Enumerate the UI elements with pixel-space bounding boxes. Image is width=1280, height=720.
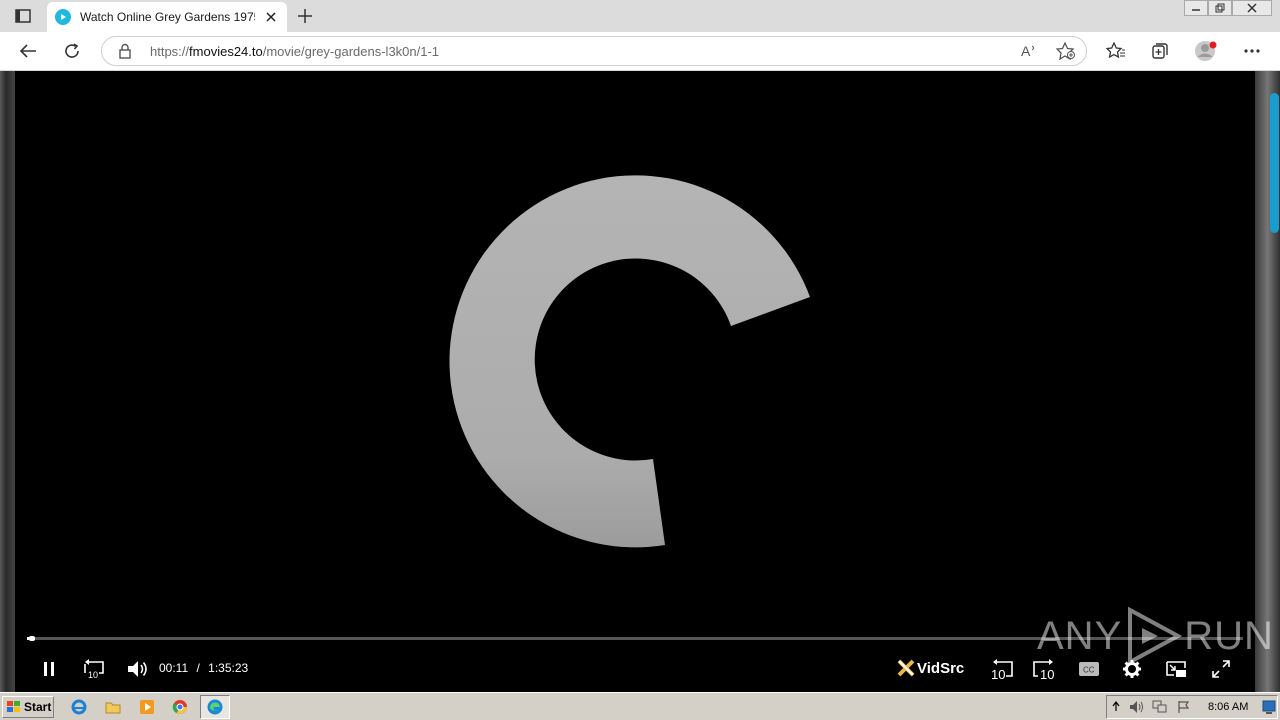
clock: 8:06 AM (1208, 701, 1249, 713)
close-window-icon (1247, 3, 1257, 13)
time-separator: / (196, 661, 200, 675)
start-label: Start (24, 700, 52, 714)
more-dots-icon (1244, 49, 1260, 53)
pause-button[interactable] (35, 655, 63, 683)
restore-button[interactable] (1208, 0, 1232, 16)
media-player-taskbar-icon[interactable] (138, 698, 156, 716)
edge-icon (207, 699, 223, 715)
skip-back-icon: 10 (991, 659, 1013, 680)
skip-forward-label: 10 (1040, 667, 1054, 680)
page-scrollbar[interactable] (1270, 93, 1279, 233)
vidsrc-icon (897, 659, 915, 677)
read-aloud-icon[interactable]: A (1020, 42, 1040, 65)
background-image-left (0, 71, 15, 692)
refresh-button[interactable] (58, 38, 86, 64)
active-tab[interactable]: Watch Online Grey Gardens 1975 (47, 2, 287, 32)
chrome-taskbar-icon[interactable] (171, 698, 189, 716)
progress-knob[interactable] (29, 636, 36, 641)
vidsrc-label: VidSrc (917, 659, 965, 677)
more-menu-button[interactable] (1238, 38, 1266, 64)
pause-icon (44, 662, 54, 676)
windows-logo-icon (7, 701, 20, 712)
play-favicon-icon (55, 9, 71, 25)
lock-icon[interactable] (118, 43, 132, 64)
watermark-play-icon (1128, 606, 1183, 666)
tab-actions-icon (15, 9, 31, 23)
close-tab-icon[interactable] (263, 9, 279, 25)
skip-back-button[interactable]: 10 (987, 655, 1017, 683)
favorites-icon (1106, 42, 1125, 59)
minimize-button[interactable] (1184, 0, 1208, 16)
time-display: 00:11 / 1:35:23 (159, 661, 248, 675)
url-path: /movie/grey-gardens-l3k0n/1-1 (262, 44, 440, 59)
tab-title: Watch Online Grey Gardens 1975 (80, 10, 255, 24)
minimize-icon (1192, 9, 1200, 11)
back-arrow-icon (19, 44, 36, 58)
add-favorite-icon[interactable] (1055, 41, 1076, 65)
criterion-c-shape (449, 175, 810, 548)
start-button[interactable]: Start (2, 696, 54, 718)
collections-icon (1152, 43, 1168, 59)
volume-icon (128, 661, 147, 677)
folder-taskbar-icon[interactable] (104, 698, 122, 716)
refresh-icon (65, 43, 79, 58)
rewind-10-button[interactable]: 10 (79, 655, 109, 683)
tab-actions-button[interactable] (12, 6, 34, 26)
tray-expand-icon[interactable] (1112, 699, 1120, 718)
browser-toolbar: https://fmovies24.to/movie/grey-gardens-… (0, 32, 1280, 71)
page-viewport: 10 00:11 / 1:35:23 VidSrc 10 10 CC ANY R… (0, 71, 1280, 692)
avatar (1195, 41, 1217, 61)
new-tab-button[interactable] (294, 5, 316, 27)
windows-taskbar: Start 8:06 AM (0, 692, 1280, 720)
video-player[interactable]: 10 00:11 / 1:35:23 VidSrc 10 10 CC ANY R… (15, 71, 1273, 692)
network-tray-icon[interactable] (1152, 700, 1168, 719)
back-button[interactable] (14, 38, 42, 64)
flag-tray-icon[interactable] (1177, 700, 1191, 719)
criterion-logo-frame (449, 175, 810, 548)
url-prefix: https:// (150, 44, 190, 59)
rewind-10-icon: 10 (84, 659, 104, 679)
svg-text:A: A (1021, 43, 1031, 59)
show-desktop-icon[interactable] (1262, 699, 1276, 720)
edge-taskbar-button[interactable] (200, 695, 230, 719)
anyrun-watermark: ANY RUN (1037, 606, 1274, 666)
captions-label: CC (1083, 666, 1095, 675)
favorites-button[interactable] (1102, 38, 1130, 64)
restore-icon (1215, 3, 1225, 13)
url-text[interactable]: https://fmovies24.to/movie/grey-gardens-… (150, 44, 439, 59)
watermark-text-left: ANY (1037, 613, 1123, 658)
duration: 1:35:23 (208, 661, 249, 675)
address-bar[interactable]: https://fmovies24.to/movie/grey-gardens-… (101, 36, 1087, 66)
speaker-tray-icon[interactable] (1129, 700, 1145, 719)
current-time: 00:11 (159, 661, 189, 675)
collections-button[interactable] (1146, 38, 1174, 64)
ie-taskbar-icon[interactable] (70, 698, 88, 716)
profile-button[interactable] (1192, 38, 1220, 64)
tab-strip: Watch Online Grey Gardens 1975 (0, 0, 1280, 32)
url-host: fmovies24.to (189, 44, 263, 59)
svg-text:10: 10 (88, 670, 98, 679)
watermark-text-right: RUN (1184, 613, 1274, 658)
vidsrc-logo[interactable]: VidSrc (897, 659, 964, 677)
volume-button[interactable] (123, 655, 153, 683)
close-window-button[interactable] (1232, 0, 1272, 16)
skip-back-label: 10 (991, 667, 1005, 680)
system-tray (1106, 695, 1278, 719)
plus-icon (298, 9, 312, 23)
